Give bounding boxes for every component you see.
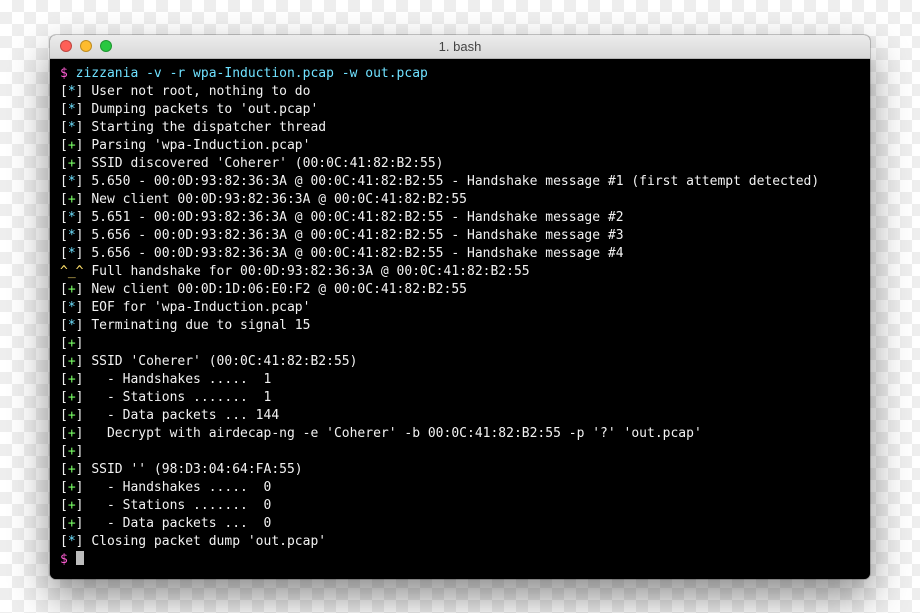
terminal-window: 1. bash $ zizzania -v -r wpa-Induction.p… [50, 35, 870, 579]
terminal-line: [+] [60, 335, 860, 353]
terminal-line: [*] 5.656 - 00:0D:93:82:36:3A @ 00:0C:41… [60, 245, 860, 263]
terminal-line: $ [60, 551, 860, 569]
terminal-line: [*] Starting the dispatcher thread [60, 119, 860, 137]
terminal-line: [+] SSID '' (98:D3:04:64:FA:55) [60, 461, 860, 479]
terminal-line: [+] - Data packets ... 0 [60, 515, 860, 533]
terminal-line: [*] 5.651 - 00:0D:93:82:36:3A @ 00:0C:41… [60, 209, 860, 227]
terminal-line: [*] Closing packet dump 'out.pcap' [60, 533, 860, 551]
terminal-line: [+] Parsing 'wpa-Induction.pcap' [60, 137, 860, 155]
terminal-line: [+] New client 00:0D:1D:06:E0:F2 @ 00:0C… [60, 281, 860, 299]
terminal-line: [+] Decrypt with airdecap-ng -e 'Coherer… [60, 425, 860, 443]
prompt-symbol: $ [60, 552, 68, 567]
terminal-line: [+] - Handshakes ..... 0 [60, 479, 860, 497]
terminal-line: [+] SSID discovered 'Coherer' (00:0C:41:… [60, 155, 860, 173]
terminal-line: [+] New client 00:0D:93:82:36:3A @ 00:0C… [60, 191, 860, 209]
terminal-line: ^_^ Full handshake for 00:0D:93:82:36:3A… [60, 263, 860, 281]
window-title: 1. bash [50, 39, 870, 54]
terminal-line: $ zizzania -v -r wpa-Induction.pcap -w o… [60, 65, 860, 83]
command-text: zizzania -v -r wpa-Induction.pcap -w out… [76, 66, 428, 81]
terminal-line: [+] - Stations ....... 0 [60, 497, 860, 515]
terminal-line: [+] - Handshakes ..... 1 [60, 371, 860, 389]
terminal-line: [*] Terminating due to signal 15 [60, 317, 860, 335]
prompt-symbol: $ [60, 66, 68, 81]
terminal-line: [+] SSID 'Coherer' (00:0C:41:82:B2:55) [60, 353, 860, 371]
terminal-line: [*] EOF for 'wpa-Induction.pcap' [60, 299, 860, 317]
titlebar: 1. bash [50, 35, 870, 59]
terminal-line: [+] - Stations ....... 1 [60, 389, 860, 407]
cursor [76, 551, 84, 565]
terminal-body[interactable]: $ zizzania -v -r wpa-Induction.pcap -w o… [50, 59, 870, 579]
terminal-line: [*] 5.656 - 00:0D:93:82:36:3A @ 00:0C:41… [60, 227, 860, 245]
terminal-line: [+] [60, 443, 860, 461]
terminal-line: [*] Dumping packets to 'out.pcap' [60, 101, 860, 119]
terminal-line: [*] 5.650 - 00:0D:93:82:36:3A @ 00:0C:41… [60, 173, 860, 191]
terminal-line: [+] - Data packets ... 144 [60, 407, 860, 425]
terminal-line: [*] User not root, nothing to do [60, 83, 860, 101]
